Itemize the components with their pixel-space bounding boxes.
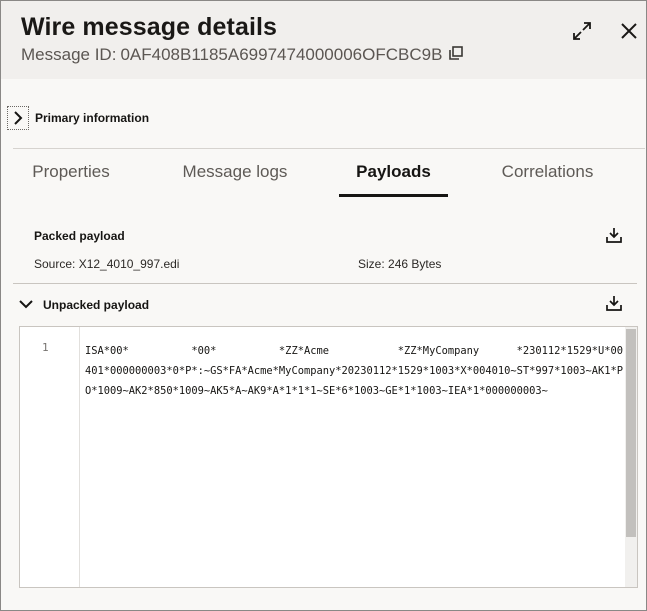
primary-information-toggle[interactable]: Primary information (7, 105, 149, 131)
message-id-value: 0AF408B1185A6997474000006OFCBC9B (120, 45, 443, 64)
size-value: 246 Bytes (388, 257, 442, 271)
download-icon[interactable] (605, 226, 623, 244)
size-label: Size: (358, 257, 385, 271)
close-icon[interactable] (615, 17, 643, 45)
source-label: Source: (34, 257, 76, 271)
active-tab-indicator (339, 194, 448, 197)
packed-divider (13, 283, 637, 284)
payload-code-editor[interactable]: 1 ISA*00* *00* *ZZ*Acme *ZZ*MyCompany *2… (19, 326, 638, 588)
tab-bar: Properties Message logs Payloads Correla… (11, 149, 645, 197)
dialog-title: Wire message details (21, 13, 278, 41)
unpacked-payload-title: Unpacked payload (43, 298, 150, 312)
packed-size: Size: 246 Bytes (358, 257, 441, 271)
tab-correlations[interactable]: Correlations (491, 162, 604, 197)
line-number: 1 (42, 341, 49, 354)
dialog-header: Wire message details Message ID: 0AF408B… (1, 1, 646, 79)
tab-message-logs[interactable]: Message logs (171, 162, 299, 197)
payload-content[interactable]: ISA*00* *00* *ZZ*Acme *ZZ*MyCompany *230… (85, 341, 625, 401)
dialog-content: Primary information Properties Message l… (1, 79, 646, 610)
tab-properties[interactable]: Properties (21, 162, 121, 197)
download-icon[interactable] (605, 294, 623, 312)
chevron-right-icon[interactable] (7, 106, 29, 130)
line-number-gutter: 1 (20, 327, 80, 587)
primary-information-label: Primary information (35, 111, 150, 125)
editor-scrollbar[interactable] (625, 327, 637, 587)
message-id-line: Message ID: 0AF408B1185A6997474000006OFC… (21, 45, 464, 65)
chevron-down-icon[interactable] (19, 296, 33, 314)
packed-source: Source: X12_4010_997.edi (34, 257, 179, 271)
expand-icon[interactable] (568, 17, 596, 45)
scrollbar-thumb[interactable] (626, 329, 636, 537)
tab-payloads[interactable]: Payloads (339, 162, 448, 197)
copy-icon[interactable] (449, 45, 464, 60)
message-id-label: Message ID: (21, 45, 117, 64)
unpacked-payload-toggle[interactable]: Unpacked payload (19, 296, 149, 314)
wire-message-dialog: Wire message details Message ID: 0AF408B… (0, 0, 647, 611)
packed-payload-title: Packed payload (34, 229, 125, 243)
source-value: X12_4010_997.edi (78, 257, 180, 271)
